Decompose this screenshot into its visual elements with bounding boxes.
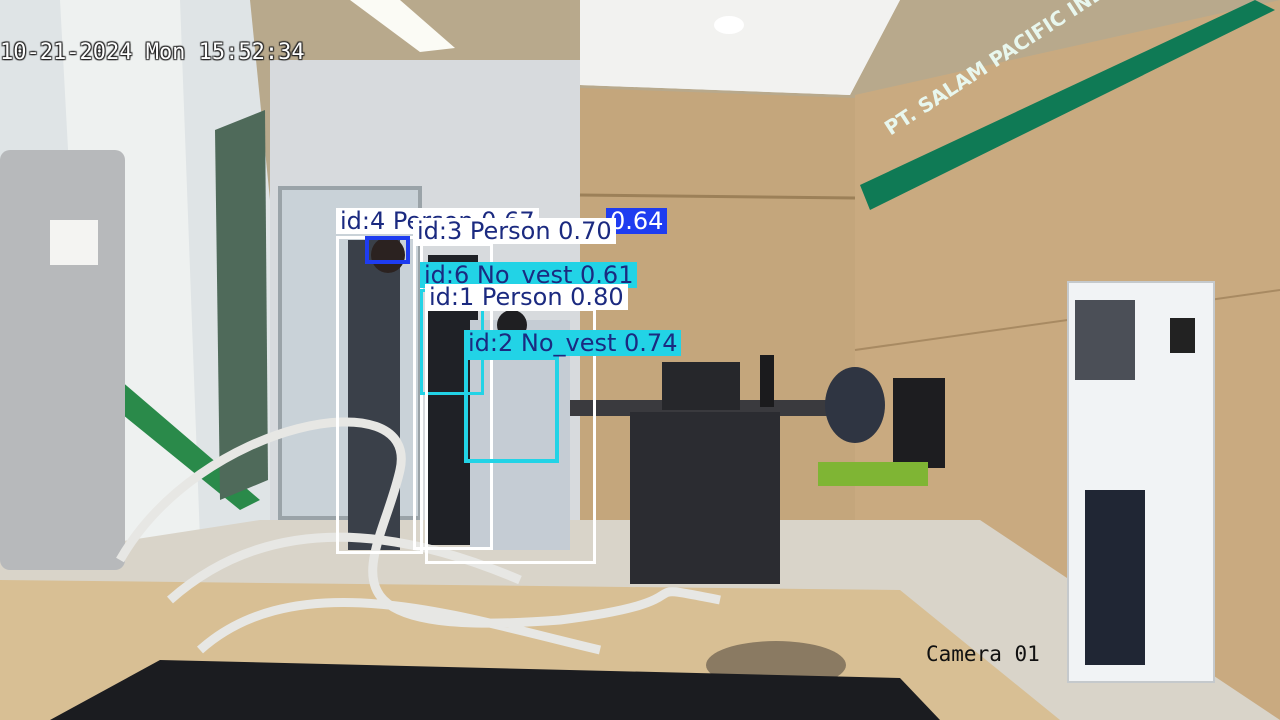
dispenser-panel — [1075, 300, 1135, 380]
water-gallon — [1085, 490, 1145, 665]
camera-label: Camera 01 — [926, 642, 1040, 666]
light-strip — [350, 0, 455, 52]
detection-label: id:2 No_vest 0.74 — [464, 330, 682, 356]
timestamp-overlay: 10-21-2024 Mon 15:52:34 — [0, 40, 305, 65]
ceiling-right — [580, 0, 900, 95]
laptop — [662, 362, 740, 410]
chair-seat — [818, 462, 928, 486]
monitor-edge — [0, 150, 125, 570]
desk-body — [630, 412, 780, 584]
detection-label: id:3 Person 0.70 — [413, 218, 616, 244]
dispenser-window — [1170, 318, 1195, 353]
chair-back — [893, 378, 945, 468]
ceiling-light — [714, 16, 744, 34]
bbox-person-4 — [336, 236, 423, 554]
backpack — [825, 367, 885, 443]
detection-label: id:1 Person 0.80 — [425, 284, 628, 310]
bbox-vest-x — [365, 236, 410, 264]
camera-scene — [0, 0, 1280, 720]
bbox-no-vest-2 — [464, 356, 559, 463]
bottle — [760, 355, 774, 407]
paper-note — [50, 220, 98, 265]
